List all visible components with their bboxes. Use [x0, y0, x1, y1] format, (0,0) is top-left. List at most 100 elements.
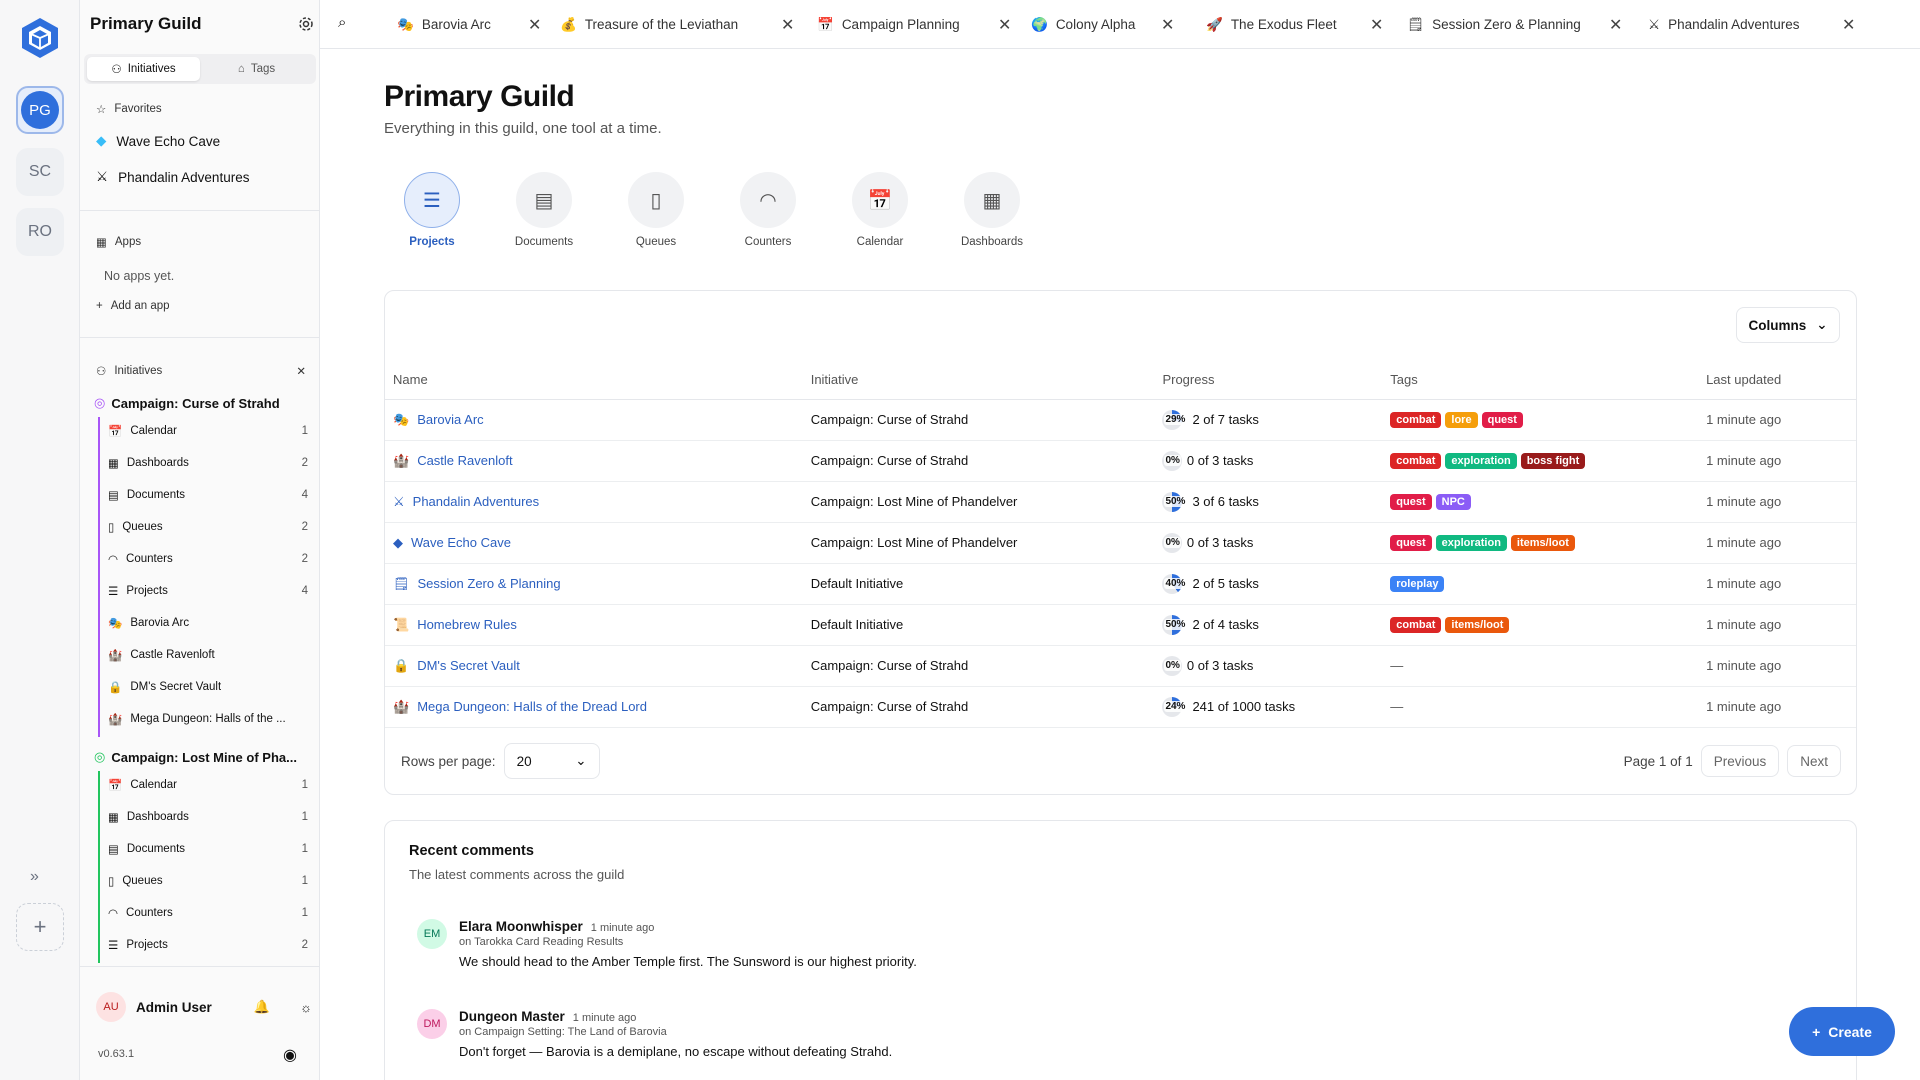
browser-tab[interactable]: 🌍 Colony Alpha ✕: [1031, 0, 1174, 49]
sidebar-tree-item[interactable]: ▦ Dashboards 1: [108, 807, 308, 827]
sidebar-tree-item[interactable]: 🔒 DM's Secret Vault: [108, 677, 308, 697]
close-icon[interactable]: ✕: [1161, 15, 1174, 35]
initiative-header[interactable]: ◎ Campaign: Curse of Strahd: [94, 395, 314, 411]
settings-gear-icon[interactable]: [298, 16, 314, 32]
sidebar-tree-item[interactable]: 🏰 Mega Dungeon: Halls of the ...: [108, 709, 308, 729]
close-icon[interactable]: ✕: [528, 15, 541, 35]
browser-tab[interactable]: 🎭 Barovia Arc ✕: [397, 0, 541, 49]
initiative-header[interactable]: ◎ Campaign: Lost Mine of Pha...: [94, 749, 314, 765]
browser-tab[interactable]: 🚀 The Exodus Fleet ✕: [1206, 0, 1383, 49]
workspace-sc[interactable]: SC: [16, 148, 64, 196]
app-logo-icon[interactable]: [18, 16, 62, 60]
table-row[interactable]: ⚔ Phandalin Adventures Campaign: Lost Mine…: [385, 481, 1856, 523]
rows-per-page-select[interactable]: 20 ⌄: [503, 743, 600, 779]
add-workspace-button[interactable]: +: [16, 903, 64, 951]
project-name-link[interactable]: Homebrew Rules: [417, 617, 517, 632]
table-row[interactable]: 🎭 Barovia Arc Campaign: Curse of Strahd 29%…: [385, 399, 1856, 441]
sidebar-tree-item[interactable]: 📅 Calendar 1: [108, 775, 308, 795]
column-header[interactable]: Progress: [1162, 361, 1391, 400]
project-name-link[interactable]: Phandalin Adventures: [413, 494, 539, 509]
project-name-link[interactable]: Mega Dungeon: Halls of the Dread Lord: [417, 699, 647, 714]
sidebar-tree-item[interactable]: ▯ Queues 2: [108, 517, 308, 537]
project-name-link[interactable]: Wave Echo Cave: [411, 535, 511, 550]
column-header[interactable]: Initiative: [810, 361, 1163, 400]
tool-dashboards[interactable]: ▦ Dashboards: [947, 172, 1037, 248]
sidebar-tree-item[interactable]: ▯ Queues 1: [108, 871, 308, 891]
workspace-ro[interactable]: RO: [16, 208, 64, 256]
tag-badge[interactable]: combat: [1390, 453, 1442, 469]
tool-calendar[interactable]: 📅 Calendar: [835, 172, 925, 248]
sidebar-tree-item[interactable]: ▤ Documents 4: [108, 485, 308, 505]
tool-queues[interactable]: ▯ Queues: [611, 172, 701, 248]
table-row[interactable]: 🔒 DM's Secret Vault Campaign: Curse of Str…: [385, 645, 1856, 687]
comment-context-link[interactable]: on Campaign Setting: The Land of Barovia: [459, 1026, 892, 1038]
sidebar-tree-item[interactable]: ☰ Projects 4: [108, 581, 308, 601]
project-name-link[interactable]: Session Zero & Planning: [418, 576, 561, 591]
search-icon[interactable]: ⌕: [338, 14, 346, 31]
tab-initiatives[interactable]: ⚇ Initiatives: [87, 57, 200, 81]
browser-tab[interactable]: 📅 Campaign Planning ✕: [817, 0, 1011, 49]
tool-counters[interactable]: ◠ Counters: [723, 172, 813, 248]
tag-badge[interactable]: quest: [1481, 412, 1523, 428]
tag-badge[interactable]: exploration: [1445, 453, 1517, 469]
close-icon[interactable]: ✕: [1370, 15, 1383, 35]
tag-badge[interactable]: boss fight: [1520, 453, 1586, 469]
github-icon[interactable]: ◉: [283, 1045, 297, 1065]
comment-context-link[interactable]: on Tarokka Card Reading Results: [459, 936, 917, 948]
rocket-icon: 🚀: [1206, 16, 1223, 32]
tag-badge[interactable]: combat: [1390, 617, 1442, 633]
tag-badge[interactable]: lore: [1445, 412, 1478, 428]
favorite-item[interactable]: ◆ Wave Echo Cave: [96, 133, 220, 149]
column-header[interactable]: Last updated: [1706, 361, 1856, 400]
sidebar-tree-item[interactable]: ☰ Projects 2: [108, 935, 308, 955]
tag-badge[interactable]: items/loot: [1510, 535, 1575, 551]
tag-badge[interactable]: items/loot: [1445, 617, 1510, 633]
expand-icon[interactable]: »: [30, 868, 39, 886]
sidebar-tree-item[interactable]: ◠ Counters 1: [108, 903, 308, 923]
sidebar-tree-item[interactable]: 📅 Calendar 1: [108, 421, 308, 441]
sidebar-tree-item[interactable]: 🏰 Castle Ravenloft: [108, 645, 308, 665]
tag-badge[interactable]: NPC: [1435, 494, 1471, 510]
browser-tab[interactable]: 🗒 Session Zero & Planning ✕: [1407, 0, 1622, 49]
next-button[interactable]: Next: [1787, 745, 1841, 777]
tool-projects[interactable]: ☰ Projects: [387, 172, 477, 248]
table-row[interactable]: 📜 Homebrew Rules Default Initiative 50% 2 of…: [385, 604, 1856, 646]
close-icon[interactable]: ✕: [1609, 15, 1622, 35]
project-name-link[interactable]: Castle Ravenloft: [417, 453, 512, 468]
tag-badge[interactable]: roleplay: [1390, 576, 1445, 592]
sun-icon[interactable]: ☼: [300, 1000, 312, 1015]
table-row[interactable]: 🏰 Castle Ravenloft Campaign: Curse of Stra…: [385, 440, 1856, 482]
table-row[interactable]: ◆ Wave Echo Cave Campaign: Lost Mine of Ph…: [385, 522, 1856, 564]
sidebar-tree-item[interactable]: 🎭 Barovia Arc: [108, 613, 308, 633]
tag-badge[interactable]: combat: [1390, 412, 1442, 428]
collapse-icon[interactable]: ✕: [296, 364, 306, 378]
create-button[interactable]: + Create: [1789, 1007, 1895, 1056]
column-header[interactable]: Tags: [1390, 361, 1707, 400]
columns-button[interactable]: Columns ⌄: [1736, 307, 1840, 343]
workspace-pg[interactable]: PG: [16, 86, 64, 134]
tag-badge[interactable]: quest: [1390, 494, 1432, 510]
table-row[interactable]: 🏰 Mega Dungeon: Halls of the Dread Lord Ca…: [385, 686, 1856, 728]
previous-button[interactable]: Previous: [1700, 745, 1780, 777]
sidebar-tree-item[interactable]: ▦ Dashboards 2: [108, 453, 308, 473]
favorite-item[interactable]: ⚔ Phandalin Adventures: [96, 169, 249, 185]
close-icon[interactable]: ✕: [998, 15, 1011, 35]
tab-tags[interactable]: ⌂ Tags: [200, 57, 313, 81]
tool-documents[interactable]: ▤ Documents: [499, 172, 589, 248]
project-name-link[interactable]: DM's Secret Vault: [417, 658, 520, 673]
mask-icon: 🎭: [397, 16, 414, 32]
column-header[interactable]: Name: [385, 361, 811, 400]
project-name-link[interactable]: Barovia Arc: [417, 412, 483, 427]
browser-tab[interactable]: 💰 Treasure of the Leviathan ✕: [560, 0, 794, 49]
user-menu[interactable]: AU Admin User 🔔 ☼: [96, 992, 316, 1022]
tag-badge[interactable]: quest: [1390, 535, 1432, 551]
close-icon[interactable]: ✕: [1842, 15, 1855, 35]
tag-badge[interactable]: exploration: [1435, 535, 1507, 551]
sidebar-tree-item[interactable]: ▤ Documents 1: [108, 839, 308, 859]
bell-icon[interactable]: 🔔: [254, 999, 270, 1015]
close-icon[interactable]: ✕: [781, 15, 794, 35]
add-app-button[interactable]: + Add an app: [96, 300, 170, 312]
sidebar-tree-item[interactable]: ◠ Counters 2: [108, 549, 308, 569]
table-row[interactable]: 🗒 Session Zero & Planning Default Initiati…: [385, 563, 1856, 605]
browser-tab[interactable]: ⚔ Phandalin Adventures ✕: [1648, 0, 1855, 49]
